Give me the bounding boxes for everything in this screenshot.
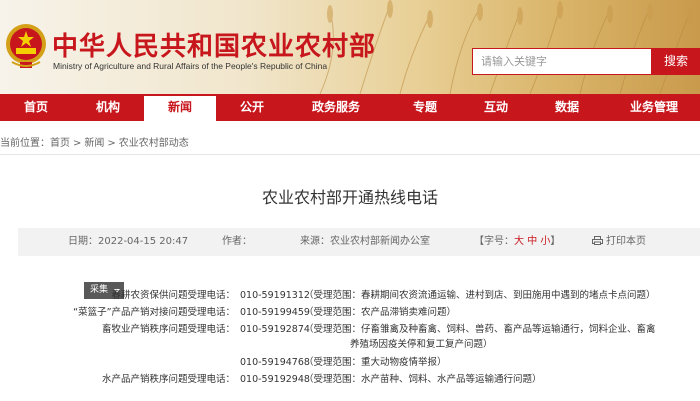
nav-item-interaction[interactable]: 互动 bbox=[466, 94, 526, 121]
nav-item-organization[interactable]: 机构 bbox=[72, 94, 144, 121]
site-subtitle-en: Ministry of Agriculture and Rural Affair… bbox=[53, 61, 328, 71]
breadcrumb-separator: > bbox=[107, 138, 116, 149]
font-size-label: 【字号： bbox=[474, 236, 514, 247]
hotline-row: 010-59194768 （受理范围：重大动物疫情举报） bbox=[0, 356, 700, 370]
font-size-suffix: 】 bbox=[550, 236, 561, 247]
hotline-phone: 010-59191312 bbox=[240, 290, 310, 301]
font-size-small[interactable]: 小 bbox=[540, 236, 550, 247]
breadcrumb-prefix: 当前位置： bbox=[0, 138, 50, 149]
printer-icon bbox=[592, 236, 603, 245]
date-label: 日期： bbox=[68, 236, 98, 247]
hotline-phone: 010-59192874 bbox=[240, 324, 310, 335]
hotline-scope: （受理范围：水产苗种、饲料、水产品等运输通行问题） bbox=[304, 374, 542, 385]
divider bbox=[0, 154, 700, 155]
source-value: 农业农村部新闻办公室 bbox=[330, 236, 430, 247]
font-size-medium[interactable]: 中 bbox=[527, 236, 537, 247]
hotline-row: “菜篮子”产品产销对接问题受理电话： 010-59199459 （受理范围：农产… bbox=[0, 306, 700, 320]
hotline-scope: （受理范围：仔畜雏禽及种畜禽、饲料、兽药、畜产品等运输通行，饲料企业、畜禽 bbox=[304, 324, 656, 335]
site-title[interactable]: 中华人民共和国农业农村部 bbox=[52, 26, 376, 63]
nav-item-government-services[interactable]: 政务服务 bbox=[288, 94, 384, 121]
breadcrumb-item-home[interactable]: 首页 bbox=[50, 134, 70, 149]
hotline-label: 畜牧业产销秩序问题受理电话： bbox=[101, 324, 235, 335]
nav-item-home[interactable]: 首页 bbox=[0, 94, 72, 121]
hotline-scope: （受理范围：春耕期间农资流通运输、进村到店、到田施用中遇到的堵点卡点问题） bbox=[304, 290, 656, 301]
date-value: 2022-04-15 20:47 bbox=[98, 236, 189, 247]
hotline-row: 春耕农资保供问题受理电话： 010-59191312 （受理范围：春耕期间农资流… bbox=[0, 289, 700, 303]
article-title: 农业农村部开通热线电话 bbox=[261, 188, 438, 207]
hotline-phone: 010-59192948 bbox=[240, 374, 310, 385]
hotline-label: 水产品产销秩序问题受理电话： bbox=[101, 374, 235, 385]
site-header: 中华人民共和国农业农村部 Ministry of Agriculture and… bbox=[0, 0, 700, 94]
hotline-row: 水产品产销秩序问题受理电话： 010-59192948 （受理范围：水产苗种、饲… bbox=[0, 373, 700, 387]
print-link[interactable]: 打印本页 bbox=[592, 228, 646, 256]
national-emblem-icon bbox=[6, 24, 46, 68]
hotline-row: 养殖场因疫关停和复工复产问题） bbox=[0, 338, 700, 352]
font-size-large[interactable]: 大 bbox=[514, 236, 524, 247]
nav-item-topics[interactable]: 专题 bbox=[384, 94, 466, 121]
search-button[interactable]: 搜索 bbox=[652, 48, 700, 75]
source-meta: 来源：农业农村部新闻办公室 bbox=[300, 228, 430, 256]
breadcrumb-item-news[interactable]: 新闻 bbox=[84, 134, 104, 149]
print-label[interactable]: 打印本页 bbox=[606, 236, 646, 247]
hotline-label: 春耕农资保供问题受理电话： bbox=[111, 290, 235, 301]
nav-item-news[interactable]: 新闻 bbox=[144, 94, 216, 121]
hotline-scope: （受理范围：农产品滞销卖难问题） bbox=[304, 307, 457, 318]
nav-item-data[interactable]: 数据 bbox=[526, 94, 608, 121]
breadcrumb-separator: > bbox=[73, 138, 82, 149]
search-input[interactable]: 请输入关键字 bbox=[472, 48, 652, 75]
author-label: 作者： bbox=[222, 236, 252, 247]
nav-item-business-management[interactable]: 业务管理 bbox=[608, 94, 700, 121]
breadcrumb: 当前位置：首页 > 新闻 > 农业农村部动态 bbox=[0, 134, 189, 149]
date-meta: 日期：2022-04-15 20:47 bbox=[68, 228, 188, 256]
author-meta: 作者： bbox=[222, 228, 252, 256]
font-size-control: 【字号：大 中 小】 bbox=[474, 228, 560, 256]
article-meta-bar: 日期：2022-04-15 20:47 作者： 来源：农业农村部新闻办公室 【字… bbox=[18, 228, 700, 256]
hotline-phone: 010-59199459 bbox=[240, 307, 310, 318]
hotline-phone: 010-59194768 bbox=[240, 357, 310, 368]
hotline-row: 畜牧业产销秩序问题受理电话： 010-59192874 （受理范围：仔畜雏禽及种… bbox=[0, 323, 700, 337]
main-nav: 首页 机构 新闻 公开 政务服务 专题 互动 数据 业务管理 bbox=[0, 94, 700, 121]
breadcrumb-item-ministry-news[interactable]: 农业农村部动态 bbox=[119, 134, 189, 149]
source-label: 来源： bbox=[300, 236, 330, 247]
hotline-label: “菜篮子”产品产销对接问题受理电话： bbox=[73, 307, 235, 318]
hotline-scope: 养殖场因疫关停和复工复产问题） bbox=[350, 339, 493, 350]
hotline-scope: （受理范围：重大动物疫情举报） bbox=[304, 357, 447, 368]
nav-item-public[interactable]: 公开 bbox=[216, 94, 288, 121]
